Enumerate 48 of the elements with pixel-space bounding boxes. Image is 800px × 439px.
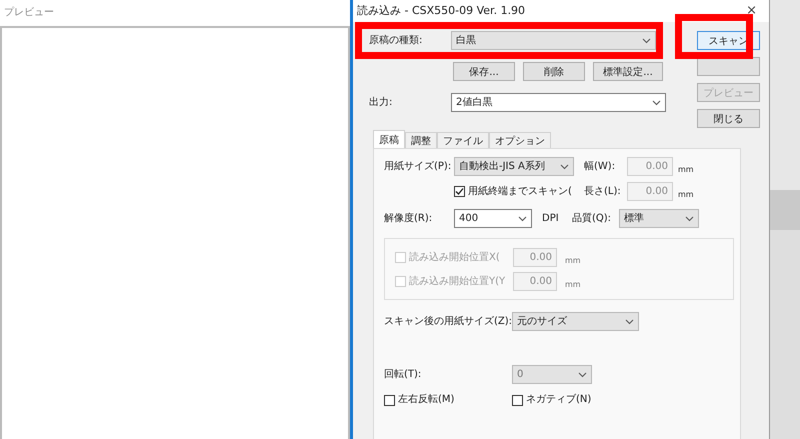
checkbox-label: 読み込み開始位置X( [409, 252, 500, 264]
unit-label: mm [678, 164, 694, 174]
field-label: 長さ(L): [584, 186, 622, 198]
dropdown[interactable]: 2値白黒 [451, 93, 666, 112]
tab[interactable]: 原稿 [373, 130, 405, 148]
unit-label: mm [678, 190, 694, 200]
chevron-down-icon [518, 216, 527, 222]
window-title: プレビュー [3, 6, 55, 20]
preset-button[interactable]: 削除 [523, 62, 585, 81]
field-label: 解像度(R): [384, 212, 434, 224]
checkbox[interactable] [384, 394, 395, 406]
field-label: スキャン後の用紙サイズ(Z): [384, 316, 512, 328]
field-label: 原稿の種類: [369, 34, 424, 46]
close-button[interactable]: × [746, 3, 757, 19]
dropdown[interactable]: 400 [454, 209, 532, 228]
dialog-button[interactable] [697, 57, 760, 76]
preset-button[interactable]: 標準設定... [593, 62, 663, 81]
tab[interactable]: ファイル [437, 132, 489, 148]
dialog-button[interactable]: 閉じる [697, 109, 760, 128]
checkbox[interactable] [512, 394, 523, 406]
checkbox-label: 用紙終端までスキャン( [468, 186, 572, 198]
field-label: 出力: [369, 96, 394, 108]
chevron-down-icon [685, 216, 694, 222]
checkbox-label: ネガティブ(N) [526, 394, 592, 406]
checkbox-label: 読み込み開始位置Y(Y [409, 276, 506, 288]
window-title: 読み込み - CSX550-09 Ver. 1.90 [357, 4, 526, 18]
checkbox-label: 左右反転(M) [398, 394, 454, 406]
checkmark-icon [455, 187, 464, 196]
tab[interactable]: オプション [489, 132, 551, 148]
unit-label: mm [565, 280, 581, 290]
preset-button[interactable]: 保存... [453, 62, 515, 81]
tab[interactable]: 調整 [405, 132, 437, 148]
field-label: 品質(Q): [572, 212, 612, 224]
chevron-down-icon [652, 100, 661, 106]
unit-label: DPI [542, 212, 560, 224]
field-label: 幅(W): [584, 160, 616, 172]
chevron-down-icon [578, 372, 587, 378]
chevron-down-icon [560, 164, 569, 170]
checkbox[interactable] [454, 186, 465, 197]
field-label: 回転(T): [384, 368, 422, 380]
chevron-down-icon [642, 38, 651, 44]
dropdown[interactable]: 自動検出-JIS A系列 [454, 157, 574, 176]
unit-label: mm [565, 256, 581, 266]
dropdown[interactable]: 元のサイズ [512, 312, 639, 331]
field-label: 用紙サイズ(P): [384, 160, 452, 172]
dropdown[interactable]: 白黒 [451, 31, 656, 50]
chevron-down-icon [625, 318, 634, 324]
dropdown[interactable]: 標準 [619, 209, 699, 228]
